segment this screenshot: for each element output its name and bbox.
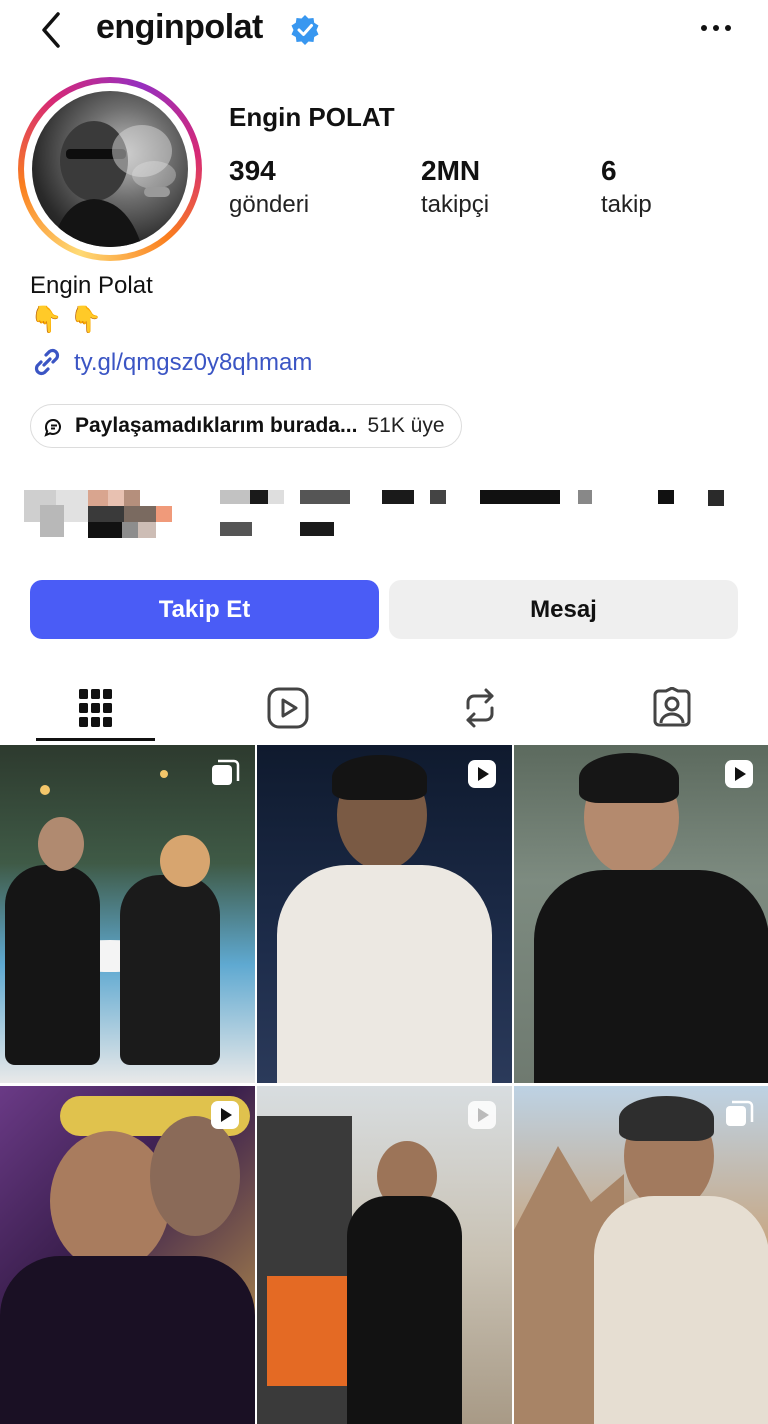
chevron-left-icon[interactable] [36,10,68,50]
reel-icon [468,760,496,788]
broadcast-channel-pill[interactable]: Paylaşamadıklarım burada... 51K üye [30,404,462,448]
profile-username: enginpolat [96,8,263,46]
tab-posts[interactable] [0,672,192,744]
post-thumbnail[interactable] [514,745,768,1083]
tab-reposts[interactable] [384,672,576,744]
reel-icon [468,1101,496,1129]
bio-emoji: 👇 👇 [30,304,102,334]
carousel-icon [212,759,240,785]
tagged-icon [653,687,691,727]
repost-icon [466,688,494,728]
reel-icon [211,1101,239,1129]
avatar-image [52,121,176,247]
following-count: 6 [601,155,617,186]
carousel-icon [726,1100,754,1126]
followers-count: 2MN [421,155,481,186]
profile-tabs [0,672,768,744]
post-thumbnail[interactable] [0,1086,255,1424]
posts-stat[interactable]: 394 gönderi [229,155,309,219]
following-label: takip [601,191,652,218]
avatar[interactable] [32,91,188,247]
more-horizontal-icon[interactable] [698,18,734,38]
posts-count: 394 [229,155,276,186]
post-thumbnail[interactable] [257,745,512,1083]
followers-stat[interactable]: 2MN takipçi [421,155,489,219]
bio-name: Engin Polat [30,272,153,299]
channel-icon [44,418,61,437]
posts-grid [0,745,768,1424]
post-thumbnail[interactable] [0,745,255,1083]
display-name: Engin POLAT [229,102,395,132]
avatar-border [24,83,196,255]
reels-icon [267,687,309,729]
tab-reels[interactable] [192,672,384,744]
follow-button[interactable]: Takip Et [30,580,379,639]
bio-link-text[interactable]: ty.gl/qmgsz0y8qhmam [74,349,312,377]
grid-icon [79,689,112,727]
active-tab-indicator [36,738,155,741]
verified-badge-icon [291,15,319,45]
followers-label: takipçi [421,191,490,218]
top-bar: enginpolat [0,0,768,60]
channel-member-count: 51K üye [367,414,445,437]
message-button[interactable]: Mesaj [389,580,738,639]
tab-tagged[interactable] [576,672,768,744]
link-icon [34,348,60,376]
story-ring[interactable] [18,77,202,261]
following-stat[interactable]: 6 takip [601,155,652,219]
post-thumbnail[interactable] [257,1086,512,1424]
reel-icon [725,760,753,788]
posts-label: gönderi [229,191,310,218]
channel-title: Paylaşamadıklarım burada... [75,414,358,437]
post-thumbnail[interactable] [514,1086,768,1424]
